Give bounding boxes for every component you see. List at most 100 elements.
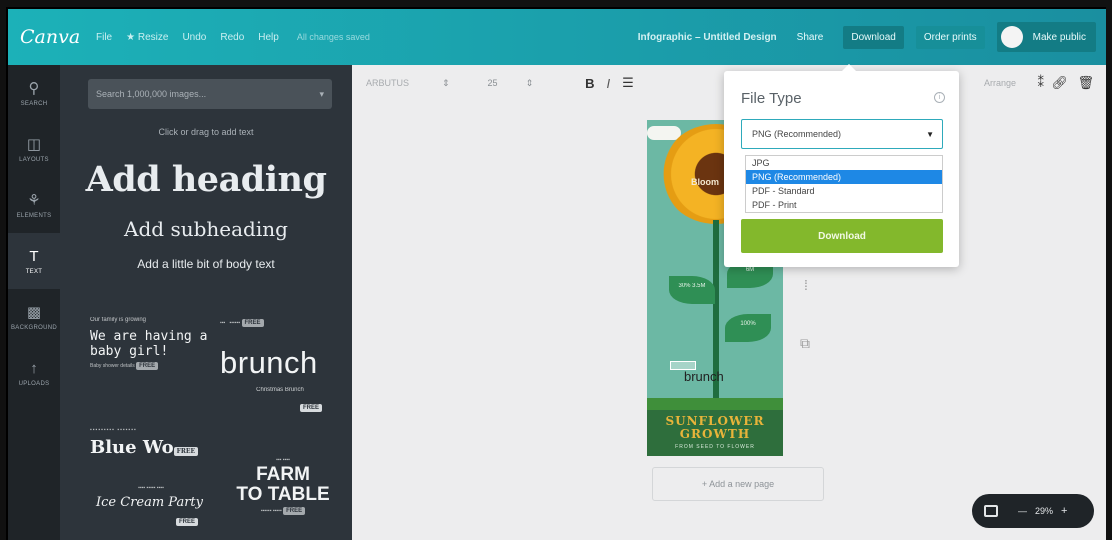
rail-label: UPLOADS xyxy=(18,380,50,387)
layouts-icon: ◫ xyxy=(26,135,42,153)
zoom-value: 29% xyxy=(1035,506,1054,516)
add-subheading-button[interactable]: Add subheading xyxy=(60,217,352,241)
template-text: Blue Wo xyxy=(90,437,174,458)
design-text[interactable]: 30% 3.5M xyxy=(669,283,715,289)
design-text[interactable]: 100% xyxy=(725,321,771,327)
leaf-shape: 30% 3.5M xyxy=(669,276,715,304)
add-body-text-button[interactable]: Add a little bit of body text xyxy=(60,257,352,271)
menu-resize[interactable]: ★ Resize xyxy=(126,32,168,43)
search-placeholder: Search 1,000,000 images... xyxy=(96,89,207,99)
font-selector[interactable]: ARBUTUS xyxy=(366,78,426,88)
rail-text[interactable]: T TEXT xyxy=(8,233,60,289)
free-badge: FREE xyxy=(173,447,199,456)
popover-download-button[interactable]: Download xyxy=(741,219,943,253)
image-search-input[interactable]: Search 1,000,000 images... ▾ xyxy=(88,79,332,109)
text-panel: Search 1,000,000 images... ▾ Click or dr… xyxy=(60,65,352,540)
page-number-icon: ⁞ xyxy=(804,277,808,293)
option-png[interactable]: PNG (Recommended) xyxy=(746,170,942,184)
rail-label: LAYOUTS xyxy=(19,156,49,163)
present-icon[interactable] xyxy=(984,505,998,517)
option-pdf-standard[interactable]: PDF - Standard xyxy=(746,184,942,198)
free-badge: FREE xyxy=(283,507,306,515)
rail-elements[interactable]: ⚘ ELEMENTS xyxy=(8,177,60,233)
template-text: FARM xyxy=(256,464,310,485)
grass-strip xyxy=(647,398,783,410)
info-icon[interactable]: i xyxy=(934,92,945,103)
copy-style-icon[interactable]: ⁑ xyxy=(1038,75,1045,91)
template-text: We are having a baby girl! xyxy=(90,329,208,359)
file-type-selected: PNG (Recommended) xyxy=(752,129,842,139)
template-farm[interactable]: ▪▪▪ ▪▪▪▪ FARM TO TABLE ▪▪▪▪▪▪ ▪▪▪▪▪ FREE xyxy=(228,457,338,515)
make-public-button[interactable]: Make public xyxy=(996,22,1096,52)
italic-button[interactable]: I xyxy=(607,76,611,91)
free-badge: FREE xyxy=(241,319,264,327)
rail-label: ELEMENTS xyxy=(16,212,52,219)
rail-label: SEARCH xyxy=(20,100,48,107)
elements-icon: ⚘ xyxy=(27,191,41,209)
background-icon: ▩ xyxy=(26,303,42,321)
make-public-label: Make public xyxy=(1032,31,1086,43)
design-footer: SUNFLOWER GROWTH FROM SEED TO FLOWER xyxy=(647,410,783,456)
template-text: Baby shower details xyxy=(90,363,135,369)
save-status: All changes saved xyxy=(296,32,370,42)
rail-background[interactable]: ▩ BACKGROUND xyxy=(8,289,60,345)
rail-search[interactable]: ⚲ SEARCH xyxy=(8,65,60,121)
chevron-down-icon[interactable]: ⇕ xyxy=(442,78,450,89)
uploads-icon: ↑ xyxy=(30,359,38,377)
template-brunch[interactable]: ▪▪▪ ▪▪▪▪▪▪ FREE brunch Christmas Brunch … xyxy=(220,319,340,414)
menu-undo[interactable]: Undo xyxy=(182,32,206,43)
free-badge: FREE xyxy=(136,362,159,370)
option-jpg[interactable]: JPG xyxy=(746,156,942,170)
popover-title: File Type xyxy=(741,90,802,107)
design-text[interactable]: GROWTH xyxy=(647,428,783,441)
text-icon: T xyxy=(29,247,39,265)
template-baby[interactable]: Our family is growing We are having a ba… xyxy=(90,317,210,370)
canva-logo[interactable]: Canva xyxy=(20,26,82,48)
add-page-button[interactable]: + Add a new page xyxy=(652,467,824,501)
file-type-options: JPG PNG (Recommended) PDF - Standard PDF… xyxy=(745,155,943,213)
template-text: brunch xyxy=(220,345,318,380)
template-icecream[interactable]: ▪▪▪▪ ▪▪▪▪▪ ▪▪▪▪ Ice Cream Party FREE xyxy=(96,485,206,528)
free-badge: FREE xyxy=(175,518,198,526)
rail-uploads[interactable]: ↑ UPLOADS xyxy=(8,345,60,401)
search-icon: ⚲ xyxy=(28,79,40,97)
download-button[interactable]: Download xyxy=(843,25,904,49)
zoom-control: — 29% + xyxy=(972,494,1094,528)
rail-layouts[interactable]: ◫ LAYOUTS xyxy=(8,121,60,177)
rail-label: BACKGROUND xyxy=(10,324,57,331)
order-prints-button[interactable]: Order prints xyxy=(915,25,985,49)
rail-label: TEXT xyxy=(25,268,43,275)
menu-redo[interactable]: Redo xyxy=(220,32,244,43)
menu-help[interactable]: Help xyxy=(258,32,279,43)
duplicate-page-icon[interactable]: ⧉ xyxy=(800,335,810,352)
design-text[interactable]: Bloom xyxy=(691,177,719,187)
file-type-select[interactable]: PNG (Recommended) ▼ xyxy=(741,119,943,149)
top-menu: File ★ Resize Undo Redo Help xyxy=(96,32,279,43)
free-badge: FREE xyxy=(299,404,322,412)
trash-icon[interactable]: 🗑︎ xyxy=(1077,75,1094,91)
zoom-in-button[interactable]: + xyxy=(1061,505,1067,517)
menu-file[interactable]: File xyxy=(96,32,112,43)
bold-button[interactable]: B xyxy=(585,76,594,91)
template-text: Our family is growing xyxy=(90,317,147,323)
font-size-input[interactable]: 25 xyxy=(488,78,498,88)
link-icon[interactable]: 🔗︎ xyxy=(1051,75,1068,91)
app-window: Canva File ★ Resize Undo Redo Help All c… xyxy=(6,7,1106,540)
caret-down-icon: ▼ xyxy=(926,129,934,139)
avatar xyxy=(1000,26,1023,48)
arrange-button[interactable]: Arrange xyxy=(984,78,1016,88)
leaf-shape: 100% xyxy=(725,314,771,342)
template-blue[interactable]: ▪▪▪▪▪▪▪▪▪ ▪▪▪▪▪▪▪ Blue Wo FREE xyxy=(90,427,210,458)
option-pdf-print[interactable]: PDF - Print xyxy=(746,198,942,212)
add-heading-button[interactable]: Add heading xyxy=(60,159,352,200)
template-text: Christmas Brunch xyxy=(256,387,304,393)
design-text[interactable]: 6M xyxy=(727,267,773,273)
chevron-down-icon[interactable]: ⇕ xyxy=(526,78,534,89)
share-button[interactable]: Share xyxy=(789,26,832,49)
design-text[interactable]: brunch xyxy=(684,369,724,384)
zoom-out-button[interactable]: — xyxy=(1018,506,1027,516)
download-popover: File Type i PNG (Recommended) ▼ JPG PNG … xyxy=(724,64,959,267)
design-text[interactable]: FROM SEED TO FLOWER xyxy=(647,444,783,450)
align-icon[interactable]: ☰ xyxy=(622,75,634,91)
document-title[interactable]: Infographic – Untitled Design xyxy=(638,32,777,43)
